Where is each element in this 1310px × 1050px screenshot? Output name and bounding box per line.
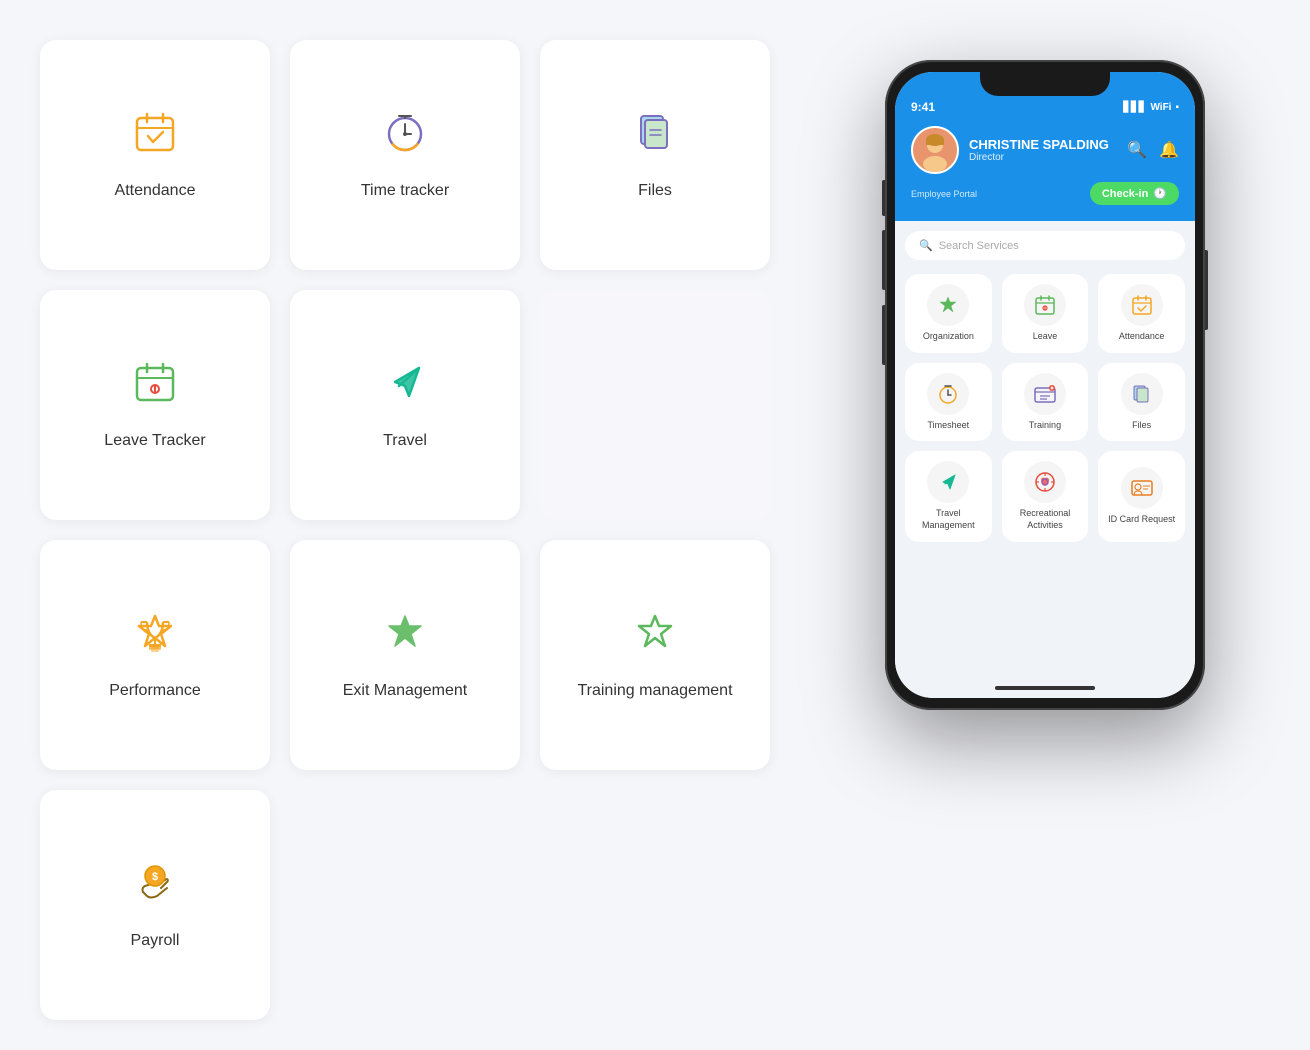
status-icons: ▋▋▋ WiFi ▪ bbox=[1123, 102, 1179, 113]
phone-section: 9:41 ▋▋▋ WiFi ▪ bbox=[820, 30, 1270, 1020]
leave-label: Leave bbox=[1033, 331, 1058, 343]
phone-app-recreational[interactable]: Recreational Activities bbox=[1002, 451, 1089, 541]
phone-app-travel[interactable]: Travel Management bbox=[905, 451, 992, 541]
phone-app-files[interactable]: Files bbox=[1098, 363, 1185, 442]
files-label: Files bbox=[638, 180, 672, 202]
user-info: CHRISTINE SPALDING Director bbox=[911, 126, 1109, 174]
battery-icon: ▪ bbox=[1175, 102, 1179, 113]
performance-icon bbox=[131, 608, 179, 664]
performance-label: Performance bbox=[109, 680, 201, 702]
app-grid-section: Attendance Time tracker bbox=[40, 30, 820, 1020]
attendance-phone-label: Attendance bbox=[1119, 331, 1165, 343]
files-phone-label: Files bbox=[1132, 420, 1151, 432]
search-icon[interactable]: 🔍 bbox=[1127, 140, 1147, 160]
attendance-icon bbox=[131, 108, 179, 164]
phone-home-bar bbox=[995, 686, 1095, 690]
phone-app-organization[interactable]: Organization bbox=[905, 274, 992, 353]
search-bar-placeholder: Search Services bbox=[939, 240, 1019, 252]
training-management-icon bbox=[631, 608, 679, 664]
card-training-management[interactable]: Training management bbox=[540, 540, 770, 770]
idcard-icon bbox=[1121, 467, 1163, 509]
leave-icon bbox=[1024, 284, 1066, 326]
travel-phone-icon bbox=[927, 461, 969, 503]
files-icon bbox=[631, 108, 679, 164]
payroll-icon: $ bbox=[131, 858, 179, 914]
user-details: CHRISTINE SPALDING Director bbox=[969, 137, 1109, 164]
search-bar-icon: 🔍 bbox=[919, 239, 933, 252]
status-bar: 9:41 ▋▋▋ WiFi ▪ bbox=[911, 100, 1179, 114]
payroll-label: Payroll bbox=[131, 930, 180, 952]
exit-management-icon bbox=[381, 608, 429, 664]
training-management-label: Training management bbox=[577, 680, 732, 702]
checkin-row: Employee Portal Check-in 🕐 bbox=[911, 182, 1179, 205]
travel-phone-label: Travel Management bbox=[909, 508, 988, 531]
user-row: CHRISTINE SPALDING Director 🔍 🔔 bbox=[911, 126, 1179, 174]
phone-app-attendance[interactable]: Attendance bbox=[1098, 274, 1185, 353]
header-actions: 🔍 🔔 bbox=[1127, 140, 1179, 160]
checkin-label: Check-in bbox=[1102, 188, 1148, 200]
card-leave-tracker[interactable]: Leave Tracker bbox=[40, 290, 270, 520]
att-icon bbox=[1121, 284, 1163, 326]
card-performance[interactable]: Performance bbox=[40, 540, 270, 770]
phone-btn-mute bbox=[882, 180, 885, 216]
card-placeholder-1 bbox=[540, 290, 770, 520]
wifi-icon: WiFi bbox=[1150, 102, 1171, 113]
main-container: Attendance Time tracker bbox=[0, 0, 1310, 1050]
recreational-label: Recreational Activities bbox=[1006, 508, 1085, 531]
timesheet-icon bbox=[927, 373, 969, 415]
phone-mockup: 9:41 ▋▋▋ WiFi ▪ bbox=[885, 60, 1205, 710]
subtitle-text: Employee Portal bbox=[911, 189, 977, 199]
attendance-label: Attendance bbox=[115, 180, 196, 202]
time-tracker-label: Time tracker bbox=[361, 180, 449, 202]
card-payroll[interactable]: $ Payroll bbox=[40, 790, 270, 1020]
phone-btn-vol-down bbox=[882, 305, 885, 365]
phone-app-grid: Organization bbox=[905, 274, 1185, 542]
search-bar[interactable]: 🔍 Search Services bbox=[905, 231, 1185, 260]
leave-tracker-icon bbox=[131, 358, 179, 414]
idcard-label: ID Card Request bbox=[1108, 514, 1175, 526]
card-exit-management[interactable]: Exit Management bbox=[290, 540, 520, 770]
phone-btn-vol-up bbox=[882, 230, 885, 290]
timesheet-label: Timesheet bbox=[927, 420, 969, 432]
travel-label: Travel bbox=[383, 430, 427, 452]
phone-app-training[interactable]: Training bbox=[1002, 363, 1089, 442]
screen-body: 🔍 Search Services Or bbox=[895, 221, 1195, 698]
status-time: 9:41 bbox=[911, 100, 935, 114]
card-time-tracker[interactable]: Time tracker bbox=[290, 40, 520, 270]
avatar bbox=[911, 126, 959, 174]
training-icon bbox=[1024, 373, 1066, 415]
svg-text:$: $ bbox=[152, 871, 158, 883]
exit-management-label: Exit Management bbox=[343, 680, 468, 702]
bell-icon[interactable]: 🔔 bbox=[1159, 140, 1179, 160]
card-files[interactable]: Files bbox=[540, 40, 770, 270]
training-phone-label: Training bbox=[1029, 420, 1061, 432]
files-phone-icon bbox=[1121, 373, 1163, 415]
phone-app-idcard[interactable]: ID Card Request bbox=[1098, 451, 1185, 541]
travel-icon bbox=[381, 358, 429, 414]
leave-tracker-label: Leave Tracker bbox=[104, 430, 205, 452]
card-attendance[interactable]: Attendance bbox=[40, 40, 270, 270]
phone-app-leave[interactable]: Leave bbox=[1002, 274, 1089, 353]
org-icon bbox=[927, 284, 969, 326]
phone-btn-power bbox=[1205, 250, 1208, 330]
phone-app-timesheet[interactable]: Timesheet bbox=[905, 363, 992, 442]
phone-screen: 9:41 ▋▋▋ WiFi ▪ bbox=[895, 72, 1195, 698]
time-tracker-icon bbox=[381, 108, 429, 164]
recreational-icon bbox=[1024, 461, 1066, 503]
signal-icon: ▋▋▋ bbox=[1123, 102, 1146, 113]
phone-notch bbox=[980, 72, 1110, 96]
card-travel[interactable]: Travel bbox=[290, 290, 520, 520]
user-role: Director bbox=[969, 152, 1109, 163]
user-name: CHRISTINE SPALDING bbox=[969, 137, 1109, 153]
checkin-clock-icon: 🕐 bbox=[1153, 187, 1167, 200]
screen-content: 9:41 ▋▋▋ WiFi ▪ bbox=[895, 72, 1195, 698]
checkin-button[interactable]: Check-in 🕐 bbox=[1090, 182, 1179, 205]
org-label: Organization bbox=[923, 331, 974, 343]
